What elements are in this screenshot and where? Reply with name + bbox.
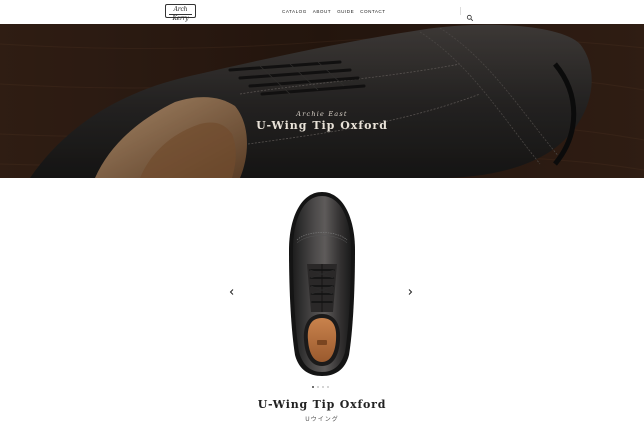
- nav-catalog[interactable]: CATALOG: [282, 8, 307, 16]
- main-nav: CATALOG ABOUT GUIDE CONTACT: [282, 8, 386, 16]
- logo-underline: [169, 14, 192, 15]
- carousel-next-button[interactable]: [405, 282, 415, 295]
- carousel-dots: [312, 386, 329, 388]
- product-title: U-Wing Tip Oxford: [257, 398, 387, 411]
- nav-divider: [460, 7, 461, 15]
- carousel-dot[interactable]: [317, 386, 319, 388]
- hero-banner: Archie East U-Wing Tip Oxford: [0, 24, 644, 178]
- nav-about[interactable]: ABOUT: [313, 8, 331, 16]
- chevron-right-icon: [408, 289, 413, 295]
- site-header: Arch Kerry CATALOG ABOUT GUIDE CONTACT: [0, 0, 644, 24]
- nav-contact[interactable]: CONTACT: [360, 8, 385, 16]
- search-button[interactable]: [466, 7, 474, 22]
- product-shoe-image: [283, 190, 361, 376]
- product-subtitle-jp: Uウイング: [305, 416, 339, 423]
- hero-shoe-image: [0, 24, 644, 178]
- hero-subtitle: Archie East: [296, 110, 348, 118]
- product-carousel: [0, 178, 644, 388]
- chevron-left-icon: [229, 289, 234, 295]
- search-icon: [466, 14, 474, 22]
- carousel-dot[interactable]: [327, 386, 329, 388]
- nav-guide[interactable]: GUIDE: [337, 8, 354, 16]
- brand-logo[interactable]: Arch Kerry: [165, 4, 196, 22]
- carousel-dot[interactable]: [322, 386, 324, 388]
- hero-title: U-Wing Tip Oxford: [256, 119, 388, 132]
- carousel-prev-button[interactable]: [227, 282, 237, 295]
- shoe-topview: [289, 192, 355, 376]
- carousel-dot[interactable]: [312, 386, 314, 388]
